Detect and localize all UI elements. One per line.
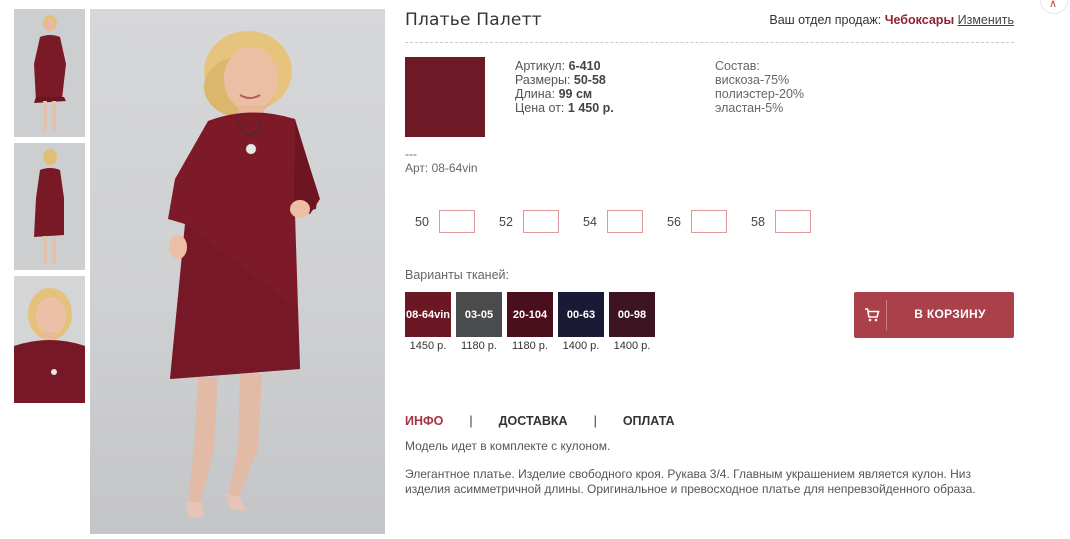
description-paragraph: Элегантное платье. Изделие свободного кр… <box>405 467 976 496</box>
composition-item: полиэстер-20% <box>715 87 805 101</box>
fabric-chip: 00-98 <box>609 292 655 337</box>
thumbnail-closeup-image <box>14 276 85 403</box>
size-item: 54 <box>573 210 643 233</box>
size-qty-input[interactable] <box>607 210 643 233</box>
size-qty-input[interactable] <box>775 210 811 233</box>
tab-info[interactable]: ИНФО <box>405 414 443 428</box>
fabric-variants-title: Варианты тканей: <box>405 268 509 282</box>
thumbnail-back[interactable] <box>14 143 85 270</box>
thumbnail-front[interactable] <box>14 9 85 137</box>
title-divider <box>405 42 1014 43</box>
size-label: 58 <box>751 214 765 229</box>
spec-article-value: 6-410 <box>568 59 601 73</box>
fabric-swatch <box>405 57 485 137</box>
spec-length-value: 99 см <box>558 87 593 101</box>
spec-article-label: Артикул: <box>515 59 566 73</box>
spec-sizes-value: 50-58 <box>573 73 606 87</box>
sales-department: Ваш отдел продаж: Чебоксары Изменить <box>769 13 1014 27</box>
chevron-up-icon: ∧ <box>1049 0 1058 10</box>
thumbnail-front-image <box>14 9 85 137</box>
fabric-price: 1400 р. <box>613 340 651 352</box>
article-code: Арт: 08-64vin <box>405 161 478 175</box>
size-item: 50 <box>405 210 475 233</box>
spec-article: Артикул: 6-410 <box>515 59 614 73</box>
spec-sizes-label: Размеры: <box>515 73 571 87</box>
collapse-button[interactable]: ∧ <box>1040 0 1068 14</box>
add-to-cart-label: В КОРЗИНУ <box>914 307 986 321</box>
size-qty-input[interactable] <box>523 210 559 233</box>
spec-price: Цена от: 1 450 р. <box>515 101 614 115</box>
spec-length-label: Длина: <box>515 87 556 101</box>
size-quantity-row: 50 52 54 56 58 <box>405 210 825 233</box>
fabric-chip: 20-104 <box>507 292 553 337</box>
info-tabs: ИНФО | ДОСТАВКА | ОПЛАТА <box>405 414 675 428</box>
tab-separator: | <box>593 414 597 428</box>
tab-separator: | <box>469 414 473 428</box>
fabric-price: 1180 р. <box>512 340 548 352</box>
fabric-variant[interactable]: 00-63 1400 р. <box>558 292 604 352</box>
composition-item: эластан-5% <box>715 101 784 115</box>
fabric-variant[interactable]: 03-05 1180 р. <box>456 292 502 352</box>
description-line: Модель идет в комплекте с кулоном. <box>405 439 611 453</box>
tab-payment[interactable]: ОПЛАТА <box>623 414 675 428</box>
size-label: 52 <box>499 214 513 229</box>
tab-delivery[interactable]: ДОСТАВКА <box>499 414 568 428</box>
size-label: 50 <box>415 214 429 229</box>
spec-price-label: Цена от: <box>515 101 565 115</box>
composition: Состав: вискоза-75% полиэстер-20% эласта… <box>715 59 804 115</box>
thumbnail-back-image <box>14 143 85 270</box>
thumbnail-list <box>14 9 85 409</box>
product-title: Платье Палетт <box>405 10 542 30</box>
fabric-variant[interactable]: 00-98 1400 р. <box>609 292 655 352</box>
fabric-chip: 00-63 <box>558 292 604 337</box>
size-item: 52 <box>489 210 559 233</box>
fabric-chip: 03-05 <box>456 292 502 337</box>
add-to-cart-button[interactable]: В КОРЗИНУ <box>854 292 1014 338</box>
product-specs: Артикул: 6-410 Размеры: 50-58 Длина: 99 … <box>515 59 614 115</box>
model-photo-image <box>168 31 320 517</box>
fabric-variant[interactable]: 08-64vin 1450 р. <box>405 292 451 352</box>
spec-length: Длина: 99 см <box>515 87 614 101</box>
size-item: 56 <box>657 210 727 233</box>
spec-price-value: 1 450 р. <box>567 101 614 115</box>
size-label: 56 <box>667 214 681 229</box>
composition-label: Состав: <box>715 59 760 73</box>
size-label: 54 <box>583 214 597 229</box>
sales-label: Ваш отдел продаж: <box>769 13 882 27</box>
cart-icon <box>865 308 880 322</box>
fabric-chip: 08-64vin <box>405 292 451 337</box>
size-item: 58 <box>741 210 811 233</box>
fabric-variants: 08-64vin 1450 р. 03-05 1180 р. 20-104 11… <box>405 292 660 352</box>
fabric-price: 1180 р. <box>461 340 497 352</box>
size-qty-input[interactable] <box>691 210 727 233</box>
main-product-photo[interactable] <box>90 9 385 534</box>
composition-item: вискоза-75% <box>715 73 790 87</box>
size-qty-input[interactable] <box>439 210 475 233</box>
change-city-link[interactable]: Изменить <box>958 13 1014 27</box>
spec-sizes: Размеры: 50-58 <box>515 73 614 87</box>
fabric-price: 1450 р. <box>409 340 447 352</box>
sales-city: Чебоксары <box>884 13 955 27</box>
fabric-price: 1400 р. <box>562 340 600 352</box>
fabric-variant[interactable]: 20-104 1180 р. <box>507 292 553 352</box>
art-dash: --- <box>405 147 417 161</box>
thumbnail-closeup[interactable] <box>14 276 85 403</box>
